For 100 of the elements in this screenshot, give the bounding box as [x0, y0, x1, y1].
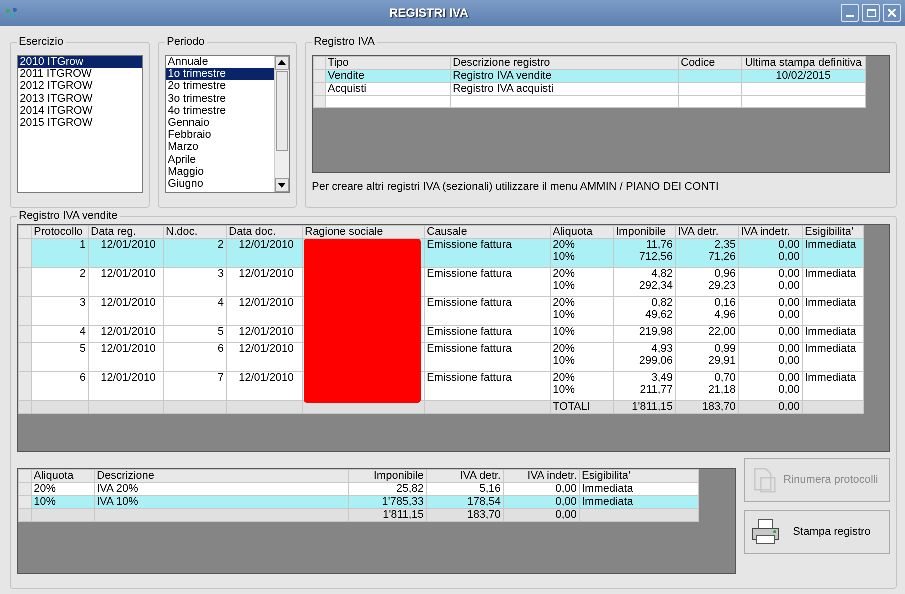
table-cell: 12/01/2010 — [88, 342, 164, 372]
group-label: Registro IVA — [312, 36, 377, 48]
table-cell: 4 — [164, 296, 226, 326]
column-header[interactable]: Aliquota — [550, 226, 614, 238]
list-item[interactable]: 2015 ITGROW — [18, 116, 142, 130]
cell-value: 10% — [553, 309, 576, 321]
list-item[interactable]: Aprile — [166, 154, 274, 166]
table-cell: Emissione fattura — [424, 238, 550, 268]
group-label: Esercizio — [17, 36, 66, 48]
cell-value: 0,00 — [778, 280, 800, 292]
maximize-button[interactable] — [862, 4, 880, 22]
cell-value: 0,00 — [778, 355, 800, 367]
list-item[interactable]: Annuale — [166, 56, 274, 68]
table-cell: Immediata — [802, 238, 864, 268]
column-header[interactable]: IVA detr. — [426, 470, 504, 482]
minimize-button[interactable] — [841, 4, 859, 22]
cell-value: 2,35 — [714, 240, 736, 251]
column-header[interactable]: Data doc. — [226, 226, 302, 238]
cell-value: 20% — [553, 298, 576, 309]
cell-value: 0,96 — [714, 268, 736, 280]
cell-value: 4,82 — [650, 268, 673, 280]
close-button[interactable] — [883, 4, 901, 22]
list-item[interactable]: Maggio — [166, 166, 274, 178]
scroll-thumb[interactable] — [276, 71, 288, 151]
list-item[interactable]: Marzo — [166, 141, 274, 154]
cell-value: 21,18 — [707, 384, 736, 396]
column-header[interactable]: Aliquota — [32, 470, 94, 482]
table-cell: 183,70 — [676, 400, 738, 414]
cell-value: 0,00 — [778, 298, 800, 309]
table-cell: 12/01/2010 — [88, 326, 164, 342]
list-item[interactable]: 2014 ITGROW — [18, 104, 142, 117]
column-header[interactable]: Imponibile — [614, 226, 676, 238]
list-item[interactable]: 2011 ITGROW — [18, 68, 142, 80]
printer-icon — [751, 518, 781, 546]
table-cell: 0,00 — [504, 496, 580, 508]
list-item[interactable]: Gennaio — [166, 116, 274, 130]
table-cell: 12/01/2010 — [226, 238, 302, 268]
cell-value: 0,00 — [778, 240, 800, 251]
column-header[interactable]: Esigibilita' — [802, 226, 864, 238]
list-item[interactable]: 4o trimestre — [166, 104, 274, 117]
column-header[interactable]: Descrizione — [94, 470, 348, 482]
cell-value: 20% — [553, 372, 576, 384]
table-cell: 3 — [164, 268, 226, 296]
scrollbar[interactable] — [274, 56, 289, 192]
table-cell: 0,00 — [738, 400, 802, 414]
table-cell: 12/01/2010 — [226, 268, 302, 296]
cell-value: 11,76 — [645, 240, 673, 251]
scroll-up-icon[interactable] — [275, 56, 289, 70]
cell-value: 20% — [553, 240, 576, 251]
app-icon — [4, 7, 20, 19]
column-header[interactable]: Causale — [424, 226, 550, 238]
table-cell: 4 — [32, 326, 88, 342]
column-header[interactable]: IVA detr. — [676, 226, 738, 238]
column-header[interactable]: Codice — [678, 56, 742, 70]
column-header[interactable]: Protocollo — [32, 226, 88, 238]
column-header[interactable]: IVA indetr. — [738, 226, 802, 238]
cell-value: 10% — [553, 280, 576, 292]
list-item[interactable]: 3o trimestre — [166, 92, 274, 105]
cell-value: 20% — [553, 268, 576, 280]
table-cell: Registro IVA vendite — [450, 70, 678, 82]
column-header[interactable]: Imponibile — [348, 470, 426, 482]
cell-value: 0,00 — [778, 268, 800, 280]
cell-value: 4,93 — [650, 344, 673, 355]
close-icon — [888, 9, 896, 17]
table-cell: 5 — [164, 326, 226, 342]
column-header[interactable]: Esigibilita' — [580, 470, 698, 482]
maximize-icon — [866, 9, 876, 17]
list-item[interactable]: Febbraio — [166, 129, 274, 142]
cell-value: 292,34 — [638, 280, 673, 292]
table-cell: 12/01/2010 — [226, 326, 302, 342]
table-cell: TOTALI — [550, 400, 614, 414]
cell-value: 10% — [553, 326, 576, 338]
column-header[interactable]: Ragione sociale — [302, 226, 424, 238]
list-item[interactable]: 2o trimestre — [166, 80, 274, 93]
list-item[interactable]: 2013 ITGROW — [18, 92, 142, 105]
list-item[interactable]: 1o trimestre — [166, 68, 274, 80]
cell-value: 0,00 — [778, 309, 800, 321]
column-header[interactable]: N.doc. — [164, 226, 226, 238]
list-item[interactable]: 2010 ITGrow — [18, 56, 142, 68]
column-header[interactable]: Descrizione registro — [450, 56, 678, 70]
column-header[interactable]: Data reg. — [88, 226, 164, 238]
group-label: Registro IVA vendite — [17, 210, 120, 222]
cell-value: 0,00 — [778, 384, 800, 396]
cell-value: 49,62 — [644, 309, 673, 321]
table-cell: Immediata — [802, 268, 864, 296]
table-cell: 12/01/2010 — [88, 238, 164, 268]
table-cell: 1'785,33 — [348, 496, 426, 508]
list-item[interactable]: 2012 ITGROW — [18, 80, 142, 93]
column-header[interactable]: Tipo — [326, 56, 450, 70]
column-header[interactable]: IVA indetr. — [504, 470, 580, 482]
table-cell: 12/01/2010 — [226, 342, 302, 372]
list-item[interactable]: Giugno — [166, 178, 274, 190]
print-button[interactable]: Stampa registro — [744, 510, 890, 554]
table-cell: 0,00 — [504, 508, 580, 522]
column-header[interactable]: Ultima stampa definitiva — [742, 56, 866, 70]
cell-value: 4,96 — [714, 309, 736, 321]
table-cell: 3 — [32, 296, 88, 326]
cell-value: 29,91 — [707, 355, 736, 367]
table-cell: 12/01/2010 — [88, 268, 164, 296]
scroll-down-icon[interactable] — [275, 178, 289, 192]
